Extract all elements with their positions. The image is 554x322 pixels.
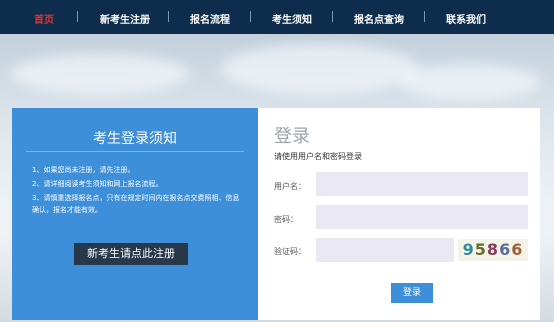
captcha-char: 5 — [474, 240, 487, 259]
register-button[interactable]: 新考生请点此注册 — [74, 243, 188, 265]
nav-item-process[interactable]: 报名流程 — [190, 11, 230, 26]
login-notice-panel: 考生登录须知 1、如果您尚未注册，请先注册。 2、请详细阅读考生须知和网上报名流… — [12, 108, 258, 320]
captcha-char: 9 — [462, 240, 475, 259]
login-button[interactable]: 登录 — [391, 283, 433, 303]
notice-item: 1、如果您尚未注册，请先注册。 — [32, 166, 135, 174]
login-subtitle: 请使用用户名和密码登录 — [274, 152, 362, 161]
notice-divider — [26, 151, 244, 152]
nav-item-notice[interactable]: 考生须知 — [272, 11, 312, 26]
captcha-char: 6 — [499, 240, 512, 259]
login-title: 登录 — [274, 126, 310, 147]
notice-title: 考生登录须知 — [93, 131, 177, 147]
password-input[interactable] — [316, 205, 528, 229]
cloud-decoration — [400, 64, 540, 100]
nav-separator — [168, 11, 169, 22]
password-label: 密码： — [274, 215, 298, 224]
captcha-char: 6 — [511, 240, 524, 259]
captcha-image[interactable]: 95866 — [458, 239, 528, 261]
nav-separator — [77, 11, 78, 22]
username-input[interactable] — [316, 172, 528, 196]
nav-item-locations[interactable]: 报名点查询 — [354, 11, 404, 26]
cloud-decoration — [10, 54, 190, 94]
nav-separator — [250, 11, 251, 22]
nav-item-home[interactable]: 首页 — [34, 11, 54, 26]
username-label: 用户名： — [274, 182, 306, 191]
top-nav: 首页 新考生注册 报名流程 考生须知 报名点查询 联系我们 — [0, 0, 554, 34]
nav-item-register[interactable]: 新考生注册 — [100, 11, 150, 26]
notice-item: 2、请详细阅读考生须知和网上报名流程。 — [32, 180, 163, 188]
cloud-decoration — [220, 44, 420, 94]
captcha-input[interactable] — [316, 238, 454, 262]
notice-item: 3、请慎重选择报名点，只有在规定时间内在报名点交费照相、信息确认，报名才能有效。 — [32, 194, 240, 214]
login-panel: 登录 请使用用户名和密码登录 用户名： 密码： 验证码： 95866 登录 — [258, 108, 540, 320]
captcha-char: 8 — [486, 240, 500, 259]
nav-item-contact[interactable]: 联系我们 — [446, 11, 486, 26]
nav-separator — [424, 11, 425, 22]
captcha-label: 验证码： — [274, 247, 306, 256]
nav-separator — [332, 11, 333, 22]
